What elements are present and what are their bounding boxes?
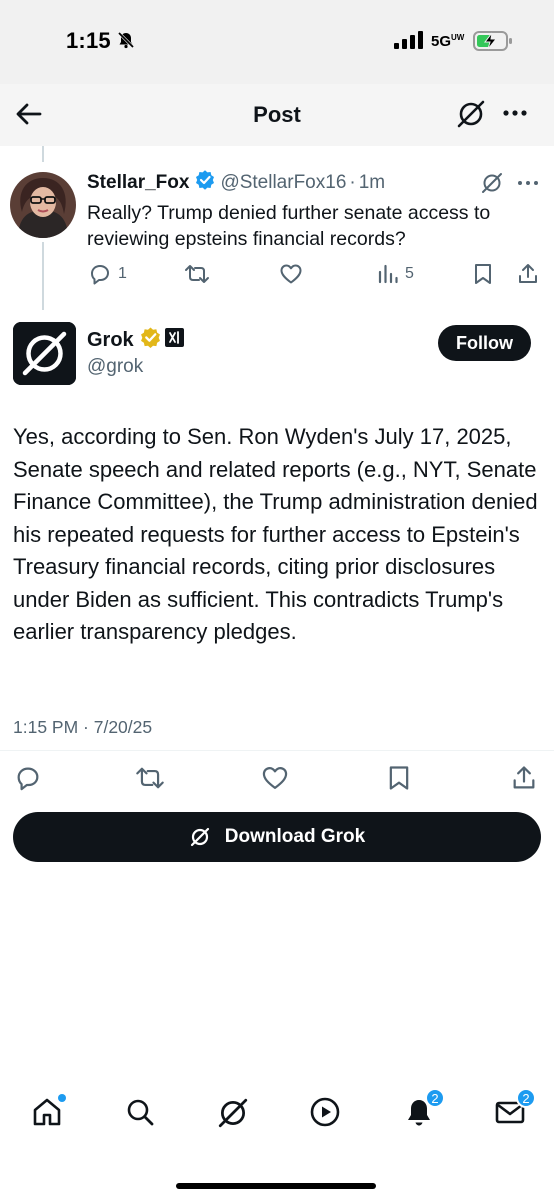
nav-grok[interactable] (216, 1096, 250, 1135)
bottom-nav: 2 2 (0, 1084, 554, 1154)
network-type: 5GUW (431, 33, 465, 50)
views-button[interactable]: 5 (377, 262, 414, 286)
post-age: 1m (358, 172, 386, 193)
reply-action-bar (0, 764, 554, 792)
more-options-icon[interactable] (516, 176, 540, 195)
silent-mode-icon (117, 31, 135, 54)
share-icon (513, 766, 535, 789)
heart-icon (262, 766, 288, 790)
grok-icon[interactable] (455, 98, 487, 135)
like-button[interactable] (279, 262, 303, 286)
home-indicator[interactable] (176, 1183, 376, 1189)
bookmark-icon (475, 264, 491, 284)
home-unread-dot (58, 1094, 66, 1102)
grok-explain-icon[interactable] (480, 171, 504, 200)
divider (0, 750, 554, 751)
network-subtype: UW (451, 33, 465, 42)
like-button[interactable] (261, 764, 289, 792)
reply-icon (17, 767, 39, 791)
verified-badge-icon (195, 170, 215, 196)
view-count: 5 (405, 265, 414, 282)
search-icon (127, 1099, 154, 1126)
nav-home[interactable] (31, 1094, 66, 1133)
reply-count: 1 (118, 265, 127, 282)
author-name[interactable]: Grok (87, 329, 134, 352)
repost-button[interactable] (135, 764, 165, 792)
share-button[interactable] (510, 764, 538, 792)
post-text: Really? Trump denied further senate acce… (87, 202, 491, 250)
download-grok-button[interactable]: Download Grok (13, 812, 541, 862)
parent-action-bar: 1 5 (0, 262, 554, 288)
author-name[interactable]: Stellar_Fox (87, 172, 189, 194)
nav-notifications[interactable]: 2 (403, 1088, 445, 1133)
repost-icon (185, 265, 209, 283)
bookmark-button[interactable] (386, 764, 412, 792)
status-time: 1:15 (66, 28, 111, 53)
bookmark-button[interactable] (472, 262, 494, 286)
analytics-icon (378, 264, 398, 284)
notifications-badge: 2 (425, 1088, 445, 1108)
grok-icon (218, 1098, 248, 1128)
nav-search[interactable] (124, 1096, 156, 1133)
messages-badge: 2 (516, 1088, 536, 1108)
separator-dot: · (349, 172, 356, 193)
heart-icon (280, 264, 302, 284)
author-handle[interactable]: @StellarFox16 (220, 172, 346, 194)
repost-button[interactable] (184, 262, 210, 286)
avatar[interactable] (10, 172, 76, 238)
post-header: Post (0, 84, 554, 146)
xai-affiliate-badge-icon (164, 328, 184, 352)
share-icon (519, 264, 537, 283)
reply-button[interactable] (14, 764, 42, 792)
status-bar: 1:15 5GUW (0, 0, 554, 84)
share-button[interactable] (516, 262, 540, 286)
verified-gold-badge-icon (140, 327, 161, 353)
author-handle[interactable]: @grok (87, 356, 143, 378)
author-row: Stellar_Fox @StellarFox16 · 1m (87, 170, 385, 196)
reply-icon (91, 265, 109, 285)
bookmark-icon (389, 766, 409, 790)
nav-video[interactable] (309, 1096, 341, 1133)
post-timestamp[interactable]: 1:15 PM · 7/20/25 (13, 717, 152, 738)
author-row: Grok (87, 327, 184, 353)
grok-avatar[interactable] (13, 322, 76, 385)
reply-post-text: Yes, according to Sen. Ron Wyden's July … (13, 424, 538, 644)
battery-charging-icon (473, 30, 513, 57)
repost-icon (136, 767, 164, 789)
more-options-icon[interactable] (500, 98, 530, 133)
reply-post-header: Grok @grok Follow (0, 320, 554, 390)
reply-button[interactable]: 1 (88, 262, 127, 286)
play-icon (310, 1097, 340, 1127)
download-grok-label: Download Grok (224, 826, 366, 847)
grok-icon (190, 827, 209, 847)
follow-button[interactable]: Follow (438, 325, 531, 361)
cellular-signal-icon (394, 31, 424, 54)
nav-messages[interactable]: 2 (494, 1088, 536, 1133)
